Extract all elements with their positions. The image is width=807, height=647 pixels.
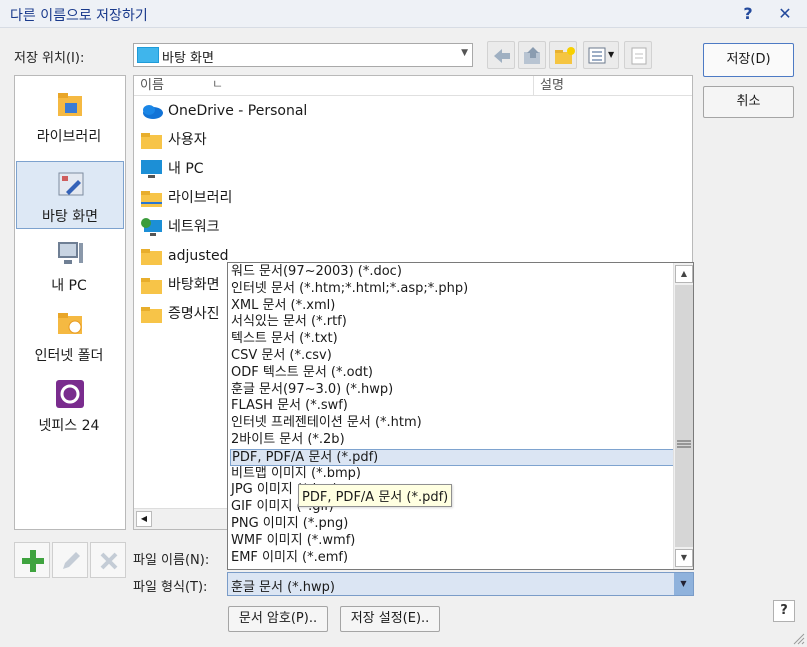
list-view-icon xyxy=(588,47,606,64)
filetype-value: 훈글 문서 (*.hwp) xyxy=(231,580,336,595)
plus-icon xyxy=(22,550,44,572)
filetype-option[interactable]: WMF 이미지 (*.wmf) xyxy=(230,533,674,550)
place-label: 바탕 화면 xyxy=(42,209,98,225)
view-menu-button[interactable]: ▼ xyxy=(583,41,619,69)
filetype-option[interactable]: 비트맵 이미지 (*.bmp) xyxy=(230,466,674,483)
place-label: 인터넷 폴더 xyxy=(34,348,104,364)
file-name: 사용자 xyxy=(168,132,207,148)
filetype-combo[interactable]: 훈글 문서 (*.hwp) ▼ xyxy=(227,572,694,596)
library-icon xyxy=(58,93,82,116)
new-folder-icon xyxy=(555,47,575,64)
document-password-button[interactable]: 문서 암호(P).. xyxy=(228,606,328,632)
pencil-icon xyxy=(63,552,80,569)
filetype-option[interactable]: XML 문서 (*.xml) xyxy=(230,298,674,315)
filetype-option[interactable]: 훈글 문서(97~3.0) (*.hwp) xyxy=(230,382,674,399)
back-button[interactable] xyxy=(487,41,515,69)
filetype-option[interactable]: ODF 텍스트 문서 (*.odt) xyxy=(230,365,674,382)
chevron-down-icon: ▼ xyxy=(461,48,468,58)
back-arrow-icon xyxy=(494,49,510,63)
place-library[interactable]: 라이브러리 xyxy=(16,82,124,150)
window-title: 다른 이름으로 저장하기 xyxy=(10,8,148,24)
folder-icon xyxy=(141,133,162,149)
places-bar: 라이브러리 바탕 화면 내 PC 인터넷 폴더 넷피스 24 xyxy=(14,75,126,530)
scroll-down-icon[interactable]: ▼ xyxy=(675,549,693,567)
filetype-option[interactable]: 2바이트 문서 (*.2b) xyxy=(230,432,674,449)
desktop-icon xyxy=(58,172,84,196)
column-name-label: 이름 xyxy=(140,78,164,93)
desktop-icon xyxy=(137,47,159,63)
folder-icon xyxy=(141,278,162,294)
file-name: 네트워크 xyxy=(168,219,220,235)
new-folder-button[interactable] xyxy=(549,41,577,69)
file-name: OneDrive - Personal xyxy=(168,103,308,119)
computer-icon xyxy=(141,160,162,178)
file-name: 증명사진 xyxy=(168,306,220,322)
close-button[interactable]: ✕ xyxy=(773,3,797,25)
preview-icon xyxy=(631,47,647,65)
grip-icon xyxy=(677,440,691,448)
scroll-left-icon[interactable]: ◀ xyxy=(136,511,152,527)
filetype-option[interactable]: FLASH 문서 (*.swf) xyxy=(230,398,674,415)
edit-place-button[interactable] xyxy=(52,542,88,578)
help-button[interactable]: ? xyxy=(736,3,760,25)
add-place-button[interactable] xyxy=(14,542,50,578)
place-label: 내 PC xyxy=(51,278,87,294)
internet-folder-icon xyxy=(58,313,82,334)
preview-button[interactable] xyxy=(624,41,652,69)
scroll-up-icon[interactable]: ▲ xyxy=(675,265,693,283)
filetype-option[interactable]: PDF, PDF/A 문서 (*.pdf) xyxy=(230,448,674,466)
up-folder-button[interactable] xyxy=(518,41,546,69)
save-button[interactable]: 저장(D) xyxy=(703,43,794,77)
folder-icon xyxy=(141,249,162,265)
save-settings-button[interactable]: 저장 설정(E).. xyxy=(340,606,440,632)
filetype-option[interactable]: CSV 문서 (*.csv) xyxy=(230,348,674,365)
filetype-option[interactable]: 워드 문서(97~2003) (*.doc) xyxy=(230,264,674,281)
tooltip: PDF, PDF/A 문서 (*.pdf) xyxy=(298,484,453,507)
filetype-option[interactable]: 인터넷 프레젠테이션 문서 (*.htm) xyxy=(230,415,674,432)
place-label: 라이브러리 xyxy=(36,129,102,145)
library-folder-icon xyxy=(141,191,162,207)
onedrive-icon xyxy=(143,105,163,119)
file-name: adjusted xyxy=(168,248,229,264)
computer-icon xyxy=(58,242,83,264)
cancel-button[interactable]: 취소 xyxy=(703,86,794,118)
filetype-option[interactable]: 서식있는 문서 (*.rtf) xyxy=(230,314,674,331)
delete-place-button[interactable] xyxy=(90,542,126,578)
place-netffice[interactable]: 넷피스 24 xyxy=(16,371,124,439)
file-name: 내 PC xyxy=(168,161,204,177)
chevron-down-icon[interactable]: ▼ xyxy=(674,573,693,595)
up-folder-icon xyxy=(524,47,540,64)
help-small-button[interactable]: ? xyxy=(773,600,795,622)
file-name: 라이브러리 xyxy=(168,190,233,206)
sort-indicator-icon: ㄴ xyxy=(212,77,224,91)
location-combo[interactable]: 바탕 화면 ▼ xyxy=(133,43,473,67)
file-name: 바탕화면 xyxy=(168,277,220,293)
location-value: 바탕 화면 xyxy=(162,51,214,66)
place-internet-folder[interactable]: 인터넷 폴더 xyxy=(16,301,124,369)
netffice-icon xyxy=(56,380,84,408)
vertical-scrollbar[interactable]: ▲ ▼ xyxy=(673,263,693,569)
column-header-desc[interactable]: 설명 xyxy=(534,76,692,96)
place-label: 넷피스 24 xyxy=(38,418,100,434)
folder-icon xyxy=(141,307,162,323)
column-desc-label: 설명 xyxy=(540,78,564,93)
delete-icon xyxy=(100,552,118,570)
filetype-option[interactable]: 텍스트 문서 (*.txt) xyxy=(230,331,674,348)
chevron-down-icon: ▼ xyxy=(608,50,615,59)
filetype-label: 파일 형식(T): xyxy=(133,580,208,595)
filetype-option[interactable]: EMF 이미지 (*.emf) xyxy=(230,550,674,567)
filetype-option[interactable]: PNG 이미지 (*.png) xyxy=(230,516,674,533)
place-my-pc[interactable]: 내 PC xyxy=(16,231,124,299)
place-desktop[interactable]: 바탕 화면 xyxy=(16,161,124,229)
scroll-thumb[interactable] xyxy=(675,285,693,333)
location-label: 저장 위치(I): xyxy=(14,51,85,66)
network-icon xyxy=(141,218,162,236)
column-header-name[interactable]: 이름 ㄴ xyxy=(134,76,534,96)
resize-grip-icon[interactable] xyxy=(792,632,805,645)
horizontal-scrollbar[interactable]: ◀ xyxy=(134,508,228,529)
filetype-option[interactable]: 인터넷 문서 (*.htm;*.html;*.asp;*.php) xyxy=(230,281,674,298)
filename-label: 파일 이름(N): xyxy=(133,553,210,568)
filetype-dropdown-list[interactable]: 워드 문서(97~2003) (*.doc) 인터넷 문서 (*.htm;*.ht… xyxy=(227,262,694,570)
